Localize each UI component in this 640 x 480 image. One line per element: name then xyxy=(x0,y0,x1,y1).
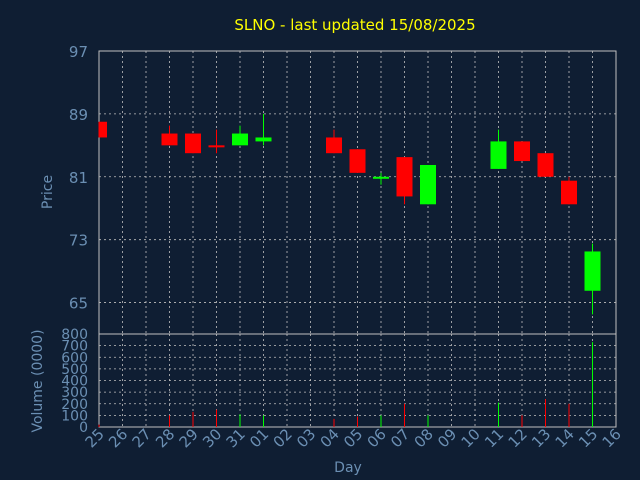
candle-body xyxy=(326,137,342,154)
chart-title: SLNO - last updated 15/08/2025 xyxy=(234,16,475,34)
candle-body xyxy=(537,153,554,177)
candle-body xyxy=(232,133,248,146)
price-tick-label: 65 xyxy=(69,295,88,313)
price-axis-label: Price xyxy=(40,175,56,209)
price-tick-label: 89 xyxy=(69,106,88,124)
price-tick-label: 97 xyxy=(69,43,88,61)
x-axis: 2526272829303101020304050607080910111213… xyxy=(82,425,625,451)
candle-body xyxy=(561,180,577,205)
candle-body xyxy=(349,149,366,173)
stock-chart: SLNO - last updated 15/08/2025 97 89 81 73 6… xyxy=(0,0,640,480)
candle-body xyxy=(99,121,107,138)
candle-body xyxy=(490,141,507,169)
candle-12 xyxy=(514,141,530,162)
candle-body xyxy=(185,133,201,154)
candle-29 xyxy=(185,133,201,154)
candle-body xyxy=(396,157,413,197)
candle-body xyxy=(208,145,225,148)
volume-axis-label: Volume (0000) xyxy=(30,329,46,432)
candle-body xyxy=(255,137,272,142)
candle-14 xyxy=(561,176,577,205)
candle-body xyxy=(584,251,601,291)
candle-25 xyxy=(98,121,107,138)
candle-body xyxy=(161,133,178,146)
x-axis-label: Day xyxy=(334,460,362,476)
candle-body xyxy=(373,176,389,179)
candle-body xyxy=(420,164,436,205)
price-tick-label: 81 xyxy=(69,169,88,187)
candle-13 xyxy=(537,153,554,177)
price-tick-label: 73 xyxy=(69,232,88,250)
candle-body xyxy=(514,141,530,162)
candle-08 xyxy=(420,164,436,205)
candle-05 xyxy=(349,149,366,173)
